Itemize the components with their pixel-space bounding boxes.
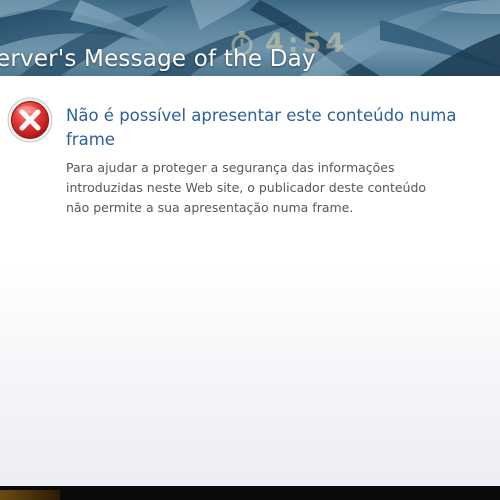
game-background: 4:54 erver's Message of the Day (0, 0, 500, 76)
error-description: Para ajudar a proteger a segurança das i… (66, 160, 427, 215)
motd-window: 4:54 erver's Message of the Day Não é po… (0, 0, 500, 500)
window-title: erver's Message of the Day (0, 46, 316, 72)
bottom-accent (0, 490, 60, 500)
error-heading: Não é possível apresentar este conteúdo … (66, 106, 457, 149)
error-x-icon (7, 97, 53, 143)
error-panel: Não é possível apresentar este conteúdo … (0, 76, 500, 486)
bottom-bar (0, 486, 500, 500)
